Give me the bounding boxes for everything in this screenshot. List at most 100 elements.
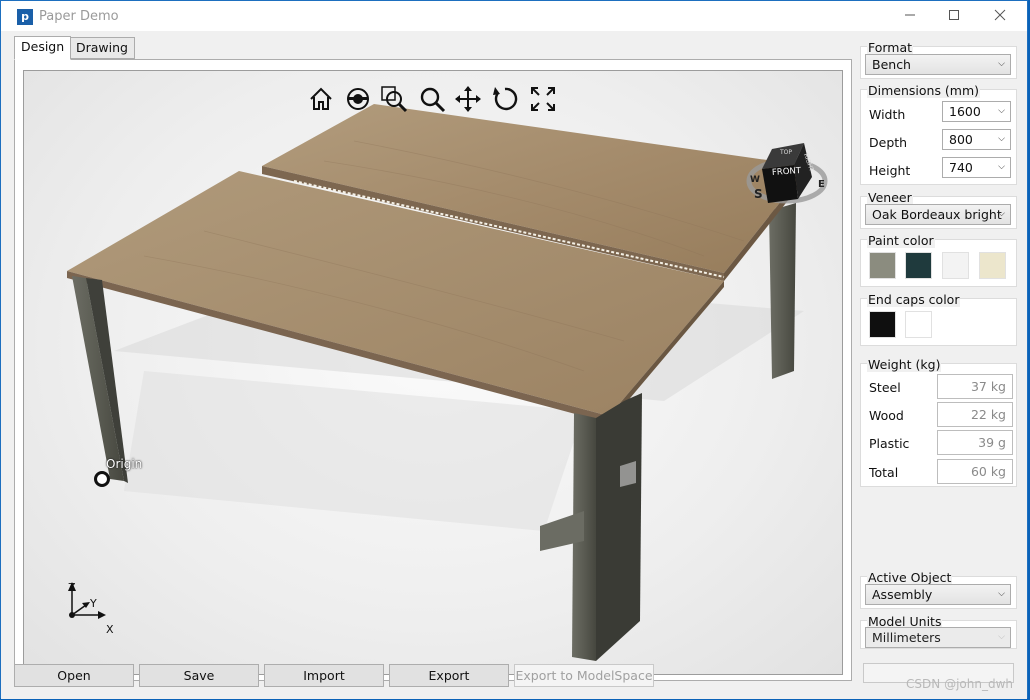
width-value: 1600	[949, 104, 981, 119]
depth-value: 800	[949, 132, 973, 147]
active-object-select[interactable]: Assembly ⌵	[865, 584, 1011, 605]
weight-group: Weight (kg) Steel 37 kg Wood 22 kg Plast…	[860, 357, 1017, 487]
depth-label: Depth	[869, 135, 908, 150]
design-tab-panel: FRONT TOP RIGHT W S E Origin Z Y X	[14, 59, 852, 681]
pan-icon	[455, 86, 481, 112]
chevron-down-icon: ⌵	[998, 589, 1005, 599]
active-object-label: Active Object	[867, 570, 953, 585]
look-button[interactable]	[344, 85, 372, 113]
fit-icon	[531, 87, 555, 111]
watermark: CSDN @john_dwh	[906, 677, 1013, 691]
veneer-label: Veneer	[867, 190, 913, 205]
app-icon: p	[17, 9, 33, 25]
export-button[interactable]: Export	[389, 664, 509, 687]
axis-y-label: Y	[90, 597, 97, 610]
axis-x-label: X	[106, 623, 114, 636]
depth-select[interactable]: 800 ⌵	[942, 129, 1011, 150]
veneer-value: Oak Bordeaux bright	[872, 207, 1002, 222]
plastic-label: Plastic	[869, 436, 910, 451]
wood-weight-field: 22 kg	[937, 402, 1013, 427]
zoom-icon	[420, 87, 446, 113]
steel-weight-field: 37 kg	[937, 374, 1013, 399]
open-button[interactable]: Open	[14, 664, 134, 687]
pan-button[interactable]	[454, 85, 482, 113]
paint-swatch-2[interactable]	[942, 252, 969, 279]
model-units-select[interactable]: Millimeters ⌵	[865, 627, 1011, 648]
dimensions-label: Dimensions (mm)	[867, 83, 981, 98]
title-bar: p Paper Demo	[1, 1, 1027, 31]
paint-swatch-0[interactable]	[869, 252, 896, 279]
paint-color-label: Paint color	[867, 233, 935, 248]
view-cube-front-face: FRONT	[771, 165, 802, 179]
end-caps-swatch-0[interactable]	[869, 311, 896, 338]
chevron-down-icon: ⌵	[998, 162, 1005, 172]
view-cube[interactable]: FRONT TOP RIGHT W S E	[742, 129, 832, 209]
format-value: Bench	[872, 57, 911, 72]
format-label: Format	[867, 40, 914, 55]
export-to-modelspace-button[interactable]: Export to ModelSpace	[514, 664, 654, 687]
weight-label: Weight (kg)	[867, 357, 942, 372]
end-caps-color-group: End caps color	[860, 292, 1017, 346]
chevron-down-icon: ⌵	[998, 106, 1005, 116]
zoom-window-icon	[381, 86, 408, 113]
minimize-icon	[905, 14, 915, 16]
total-weight-field: 60 kg	[937, 459, 1013, 484]
veneer-select[interactable]: Oak Bordeaux bright ⌵	[865, 204, 1011, 225]
fit-all-button[interactable]	[529, 85, 557, 113]
veneer-group: Veneer Oak Bordeaux bright ⌵	[860, 190, 1017, 229]
tab-drawing[interactable]: Drawing	[69, 37, 135, 59]
zoom-window-button[interactable]	[380, 85, 408, 113]
tab-design[interactable]: Design	[14, 36, 72, 60]
origin-label: Origin	[106, 457, 143, 471]
height-value: 740	[949, 160, 973, 175]
home-icon	[310, 87, 332, 110]
app-window: p Paper Demo Design Drawing FRONT TOP RI…	[0, 0, 1028, 699]
import-button[interactable]: Import	[264, 664, 384, 687]
bench-desk-model	[67, 104, 809, 661]
compass-south: S	[754, 187, 763, 201]
paint-color-group: Paint color	[860, 233, 1017, 287]
compass-east: E	[818, 179, 825, 190]
chevron-down-icon: ⌵	[998, 209, 1005, 219]
window-body: Design Drawing FRONT TOP RIGHT W S E Ori…	[1, 31, 1027, 699]
view-cube-top-face: TOP	[780, 149, 793, 156]
compass-west: W	[750, 175, 760, 185]
paint-swatch-1[interactable]	[905, 252, 932, 279]
home-view-button[interactable]	[307, 85, 335, 113]
maximize-button[interactable]	[931, 5, 977, 29]
dimensions-group: Dimensions (mm) Width 1600 ⌵ Depth 800 ⌵…	[860, 83, 1017, 185]
format-group: Format Bench ⌵	[860, 40, 1017, 79]
height-select[interactable]: 740 ⌵	[942, 157, 1011, 178]
end-caps-color-label: End caps color	[867, 292, 961, 307]
close-button[interactable]	[977, 5, 1023, 29]
close-icon	[994, 9, 1006, 21]
chevron-down-icon: ⌵	[998, 632, 1005, 642]
active-object-group: Active Object Assembly ⌵	[860, 570, 1017, 609]
plastic-weight-field: 39 g	[937, 430, 1013, 455]
orbit-icon	[493, 87, 518, 111]
save-button[interactable]: Save	[139, 664, 259, 687]
end-caps-swatch-1[interactable]	[905, 311, 932, 338]
zoom-button[interactable]	[418, 85, 446, 113]
model-units-value: Millimeters	[872, 630, 941, 645]
width-label: Width	[869, 107, 906, 122]
origin-marker	[94, 471, 110, 487]
height-label: Height	[869, 163, 911, 178]
paint-swatch-3[interactable]	[979, 252, 1006, 279]
width-select[interactable]: 1600 ⌵	[942, 101, 1011, 122]
wood-label: Wood	[869, 408, 904, 423]
axis-z-label: Z	[68, 581, 76, 594]
format-select[interactable]: Bench ⌵	[865, 54, 1011, 75]
minimize-button[interactable]	[887, 5, 933, 29]
active-object-value: Assembly	[872, 587, 933, 602]
model-units-group: Model Units Millimeters ⌵	[860, 614, 1017, 649]
chevron-down-icon: ⌵	[998, 134, 1005, 144]
chevron-down-icon: ⌵	[998, 59, 1005, 69]
orbit-button[interactable]	[491, 85, 519, 113]
3d-viewport[interactable]: FRONT TOP RIGHT W S E Origin Z Y X	[23, 70, 843, 675]
steel-label: Steel	[869, 380, 901, 395]
look-icon	[347, 88, 369, 110]
total-label: Total	[869, 465, 899, 480]
maximize-icon	[949, 10, 959, 20]
window-title: Paper Demo	[39, 9, 119, 24]
